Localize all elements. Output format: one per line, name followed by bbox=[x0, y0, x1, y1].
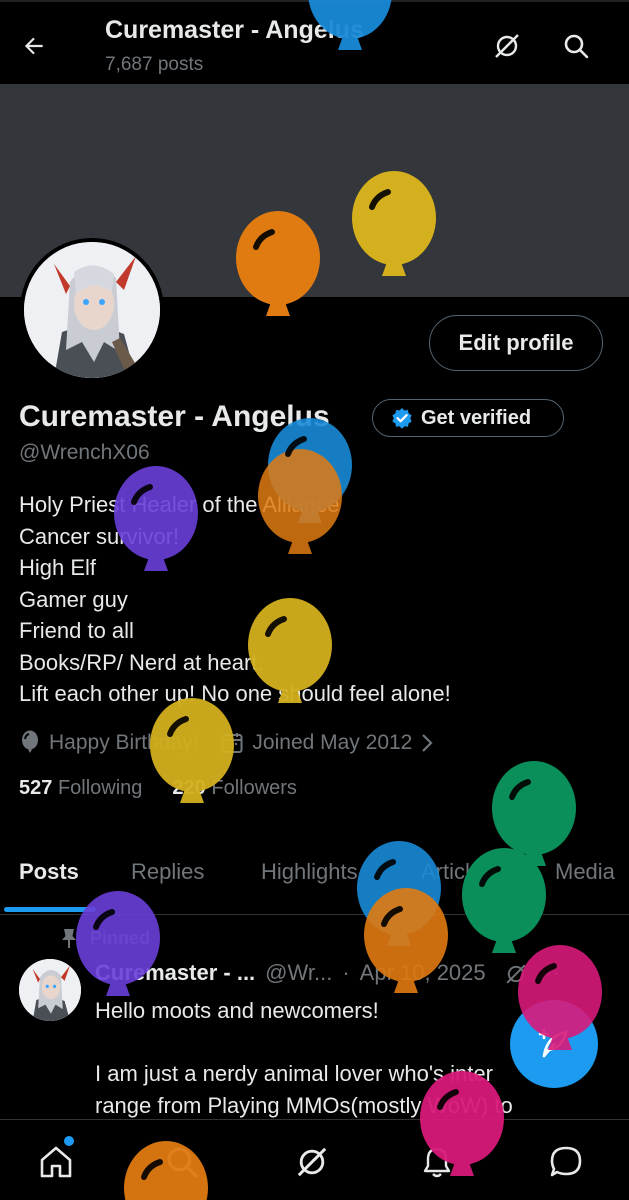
avatar-illustration bbox=[24, 242, 160, 378]
verified-badge-icon bbox=[392, 408, 412, 429]
post-header: Curemaster - ... @Wr... · Apr 10, 2025 ·… bbox=[95, 960, 615, 986]
search-icon bbox=[564, 34, 589, 59]
post-line: range from Playing MMOs(mostly WoW) to bbox=[95, 1092, 513, 1118]
post-handle[interactable]: @Wr... bbox=[265, 960, 332, 986]
header-title: Curemaster - Angelus bbox=[105, 16, 364, 44]
tab-articles[interactable]: Articles bbox=[421, 859, 493, 885]
bio-line: High Elf bbox=[19, 555, 97, 580]
profile-bio: Holy Priest Healer of the Alliance Cance… bbox=[19, 489, 451, 710]
followers-count: 220 bbox=[172, 777, 206, 799]
search-icon bbox=[167, 1147, 198, 1178]
bio-line: Books/RP/ Nerd at heart. bbox=[19, 649, 264, 675]
header-post-count: 7,687 posts bbox=[105, 54, 204, 75]
following-count: 527 bbox=[19, 777, 53, 799]
profile-handle: @WrenchX06 bbox=[19, 441, 150, 464]
post-avatar-illustration bbox=[19, 959, 81, 1021]
following-label: Following bbox=[57, 777, 143, 799]
profile-meta: Happy Birthday! Joined May 2012 bbox=[19, 728, 434, 758]
chevron-right-icon bbox=[422, 734, 433, 752]
edit-profile-button[interactable]: Edit profile bbox=[429, 315, 603, 371]
tab-replies[interactable]: Replies bbox=[131, 859, 204, 885]
compose-icon bbox=[538, 1028, 568, 1058]
back-arrow-icon bbox=[24, 37, 43, 55]
following-link[interactable]: 527 Following bbox=[19, 777, 142, 800]
joined-item[interactable]: Joined May 2012 bbox=[220, 731, 434, 755]
pinned-indicator: Pinned bbox=[60, 927, 150, 949]
calendar-icon bbox=[221, 733, 243, 753]
post-more-button[interactable]: ··· bbox=[538, 960, 560, 986]
bio-line: Cancer survivor! bbox=[19, 523, 180, 549]
messages-icon bbox=[550, 1146, 582, 1177]
active-tab-indicator bbox=[4, 907, 96, 912]
bio-line: Holy Priest Healer of the Alliance bbox=[19, 492, 340, 517]
home-icon bbox=[40, 1146, 72, 1178]
tab-posts[interactable]: Posts bbox=[19, 859, 79, 885]
post-avatar[interactable] bbox=[19, 959, 81, 1021]
get-verified-label: Get verified bbox=[421, 406, 532, 429]
back-button[interactable] bbox=[14, 26, 54, 66]
grok-icon bbox=[297, 1147, 327, 1177]
profile-name: Curemaster - Angelus bbox=[19, 400, 330, 433]
pinned-label: Pinned bbox=[90, 927, 151, 948]
get-verified-button[interactable]: Get verified bbox=[372, 399, 564, 437]
birthday-item: Happy Birthday! bbox=[19, 730, 198, 756]
pin-icon bbox=[62, 929, 76, 948]
home-notification-dot bbox=[64, 1136, 74, 1146]
tab-media[interactable]: Media bbox=[555, 859, 615, 885]
grok-button[interactable] bbox=[487, 26, 527, 66]
top-bar: Curemaster - Angelus 7,687 posts bbox=[0, 0, 629, 84]
bio-line: Friend to all bbox=[19, 618, 134, 643]
tab-highlights[interactable]: Highlights bbox=[261, 859, 358, 885]
post-date[interactable]: Apr 10, 2025 bbox=[360, 960, 486, 986]
nav-grok[interactable] bbox=[290, 1140, 334, 1184]
birthday-text: Happy Birthday! bbox=[49, 731, 199, 754]
grok-icon bbox=[495, 34, 519, 58]
bio-line: Lift each other up! No one should feel a… bbox=[19, 681, 451, 706]
post-separator: · bbox=[342, 960, 350, 985]
followers-label: Followers bbox=[211, 777, 297, 799]
profile-avatar[interactable] bbox=[20, 238, 164, 382]
nav-home[interactable] bbox=[34, 1136, 78, 1184]
bio-line: Gamer guy bbox=[19, 586, 128, 612]
joined-text: Joined May 2012 bbox=[252, 731, 413, 754]
profile-tabs: Posts Replies Highlights Articles Media bbox=[0, 845, 629, 915]
compose-button[interactable] bbox=[510, 1000, 598, 1088]
bottom-navigation bbox=[0, 1119, 629, 1200]
followers-link[interactable]: 220 Followers bbox=[172, 777, 297, 800]
notifications-icon bbox=[423, 1147, 451, 1178]
follow-stats: 527 Following 220 Followers bbox=[19, 777, 297, 800]
search-button[interactable] bbox=[556, 26, 596, 66]
post-author[interactable]: Curemaster - ... bbox=[95, 960, 255, 986]
balloon-icon bbox=[22, 730, 38, 753]
nav-search[interactable] bbox=[160, 1140, 204, 1184]
nav-messages[interactable] bbox=[544, 1140, 588, 1184]
grok-icon[interactable] bbox=[504, 962, 528, 986]
nav-notifications[interactable] bbox=[415, 1140, 459, 1184]
